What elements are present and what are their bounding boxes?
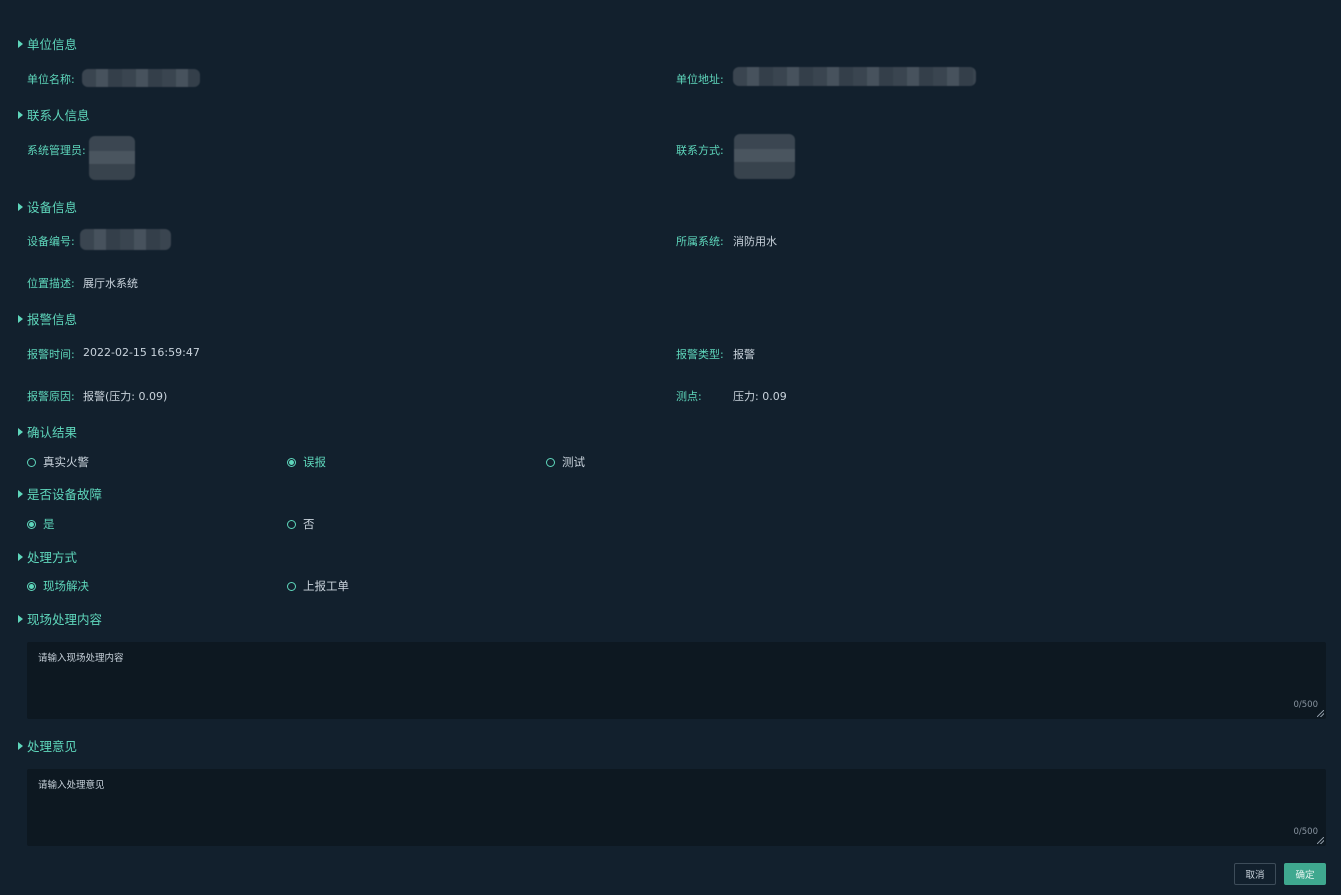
contact-method-label: 联系方式: [676, 144, 724, 157]
radio-icon [546, 457, 555, 467]
caret-right-icon [18, 314, 23, 323]
radio-label: 真实火警 [43, 455, 89, 469]
section-title: 是否设备故障 [27, 487, 103, 502]
radio-test[interactable]: 测试 [546, 454, 585, 470]
section-contact-info: 联系人信息 [18, 105, 90, 124]
section-title: 确认结果 [27, 425, 78, 440]
radio-icon [27, 457, 36, 467]
section-handling-method: 处理方式 [18, 547, 77, 566]
section-handling-opinion: 处理意见 [18, 736, 77, 755]
onsite-content-textarea[interactable]: 请输入现场处理内容 0/500 [27, 642, 1326, 719]
device-no-value-redacted [80, 229, 171, 250]
section-unit-info: 单位信息 [18, 34, 77, 53]
radio-icon [287, 519, 296, 529]
radio-label: 否 [303, 517, 315, 531]
radio-label: 误报 [303, 455, 326, 469]
confirm-button[interactable]: 确定 [1284, 863, 1326, 885]
caret-right-icon [18, 552, 23, 561]
location-value: 展厅水系统 [83, 277, 138, 290]
caret-right-icon [18, 39, 23, 48]
measure-point-label: 测点: [676, 390, 702, 403]
section-title: 处理意见 [27, 739, 78, 754]
section-device-fault: 是否设备故障 [18, 484, 102, 503]
cancel-button[interactable]: 取消 [1234, 863, 1276, 885]
admin-value-redacted [89, 136, 135, 180]
caret-right-icon [18, 427, 23, 436]
alarm-type-value: 报警 [733, 348, 755, 361]
radio-onsite-resolve[interactable]: 现场解决 [27, 578, 89, 594]
radio-icon [287, 581, 296, 591]
section-title: 报警信息 [27, 312, 78, 327]
radio-fault-yes[interactable]: 是 [27, 516, 55, 532]
unit-address-value-redacted [733, 67, 976, 86]
location-label: 位置描述: [27, 277, 75, 290]
alarm-reason-label: 报警原因: [27, 390, 75, 403]
unit-address-label: 单位地址: [676, 73, 724, 86]
radio-label: 是 [43, 517, 55, 531]
radio-real-fire[interactable]: 真实火警 [27, 454, 89, 470]
caret-right-icon [18, 489, 23, 498]
section-title: 联系人信息 [27, 108, 90, 123]
alarm-reason-value: 报警(压力: 0.09) [83, 390, 168, 403]
section-confirm-result: 确认结果 [18, 422, 77, 441]
resize-handle-icon[interactable] [1317, 710, 1324, 717]
section-title: 单位信息 [27, 37, 78, 52]
alarm-type-label: 报警类型: [676, 348, 724, 361]
resize-handle-icon[interactable] [1317, 837, 1324, 844]
radio-checked-icon [27, 519, 36, 529]
unit-name-value-redacted [82, 69, 200, 87]
radio-label: 测试 [562, 455, 585, 469]
char-counter: 0/500 [1293, 827, 1319, 837]
alarm-time-value: 2022-02-15 16:59:47 [83, 346, 200, 359]
device-no-label: 设备编号: [27, 235, 75, 248]
caret-right-icon [18, 741, 23, 750]
alarm-time-label: 报警时间: [27, 348, 75, 361]
section-device-info: 设备信息 [18, 197, 77, 216]
section-title: 现场处理内容 [27, 612, 103, 627]
radio-label: 上报工单 [303, 579, 349, 593]
system-label: 所属系统: [676, 235, 724, 248]
radio-false-alarm[interactable]: 误报 [287, 454, 326, 470]
section-alarm-info: 报警信息 [18, 309, 77, 328]
measure-point-value: 压力: 0.09 [733, 390, 787, 403]
textarea-placeholder: 请输入现场处理内容 [38, 653, 124, 664]
char-counter: 0/500 [1293, 700, 1319, 710]
section-onsite-content: 现场处理内容 [18, 609, 102, 628]
opinion-textarea[interactable]: 请输入处理意见 0/500 [27, 769, 1326, 846]
radio-label: 现场解决 [43, 579, 89, 593]
textarea-placeholder: 请输入处理意见 [38, 780, 105, 791]
section-title: 处理方式 [27, 550, 78, 565]
contact-method-value-redacted [734, 134, 795, 179]
radio-checked-icon [287, 457, 296, 467]
admin-label: 系统管理员: [27, 144, 86, 157]
section-title: 设备信息 [27, 200, 78, 215]
caret-right-icon [18, 202, 23, 211]
caret-right-icon [18, 110, 23, 119]
caret-right-icon [18, 614, 23, 623]
radio-checked-icon [27, 581, 36, 591]
system-value: 消防用水 [733, 235, 777, 248]
radio-report-ticket[interactable]: 上报工单 [287, 578, 349, 594]
radio-fault-no[interactable]: 否 [287, 516, 315, 532]
unit-name-label: 单位名称: [27, 73, 75, 86]
